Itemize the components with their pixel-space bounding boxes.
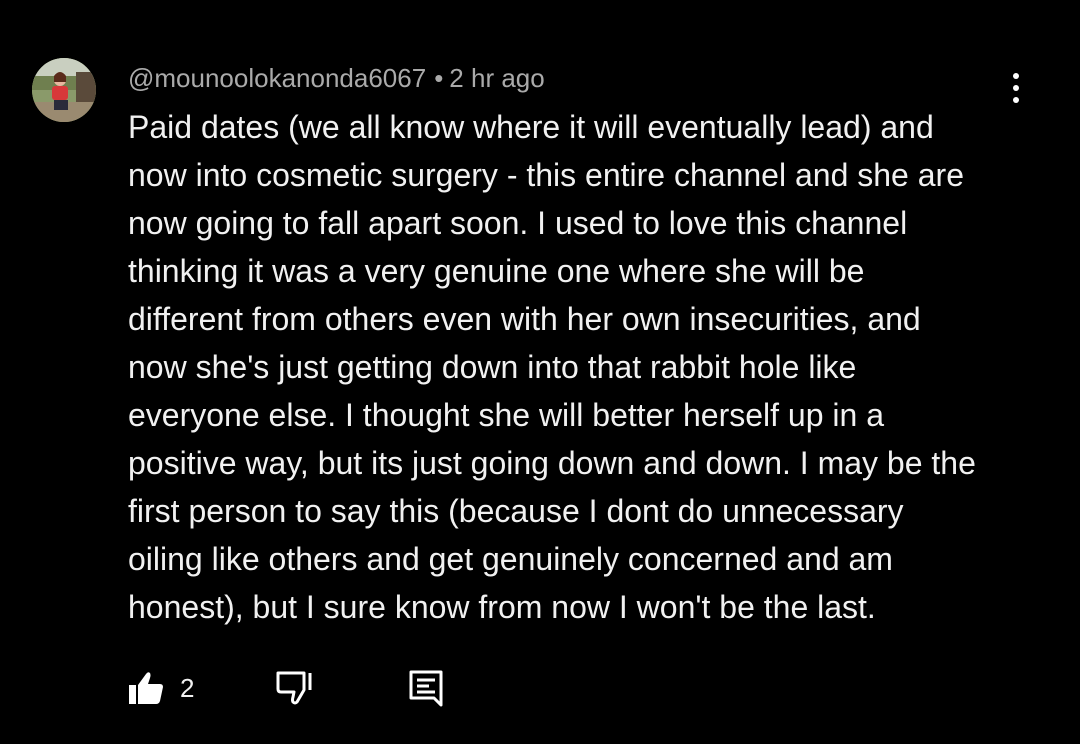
- reply-comment-icon: [409, 670, 443, 707]
- comment-text: Paid dates (we all know where it will ev…: [128, 103, 1028, 631]
- like-button[interactable]: 2: [126, 666, 194, 710]
- author-name[interactable]: @mounoolokanonda6067: [128, 63, 426, 93]
- dislike-button[interactable]: [274, 666, 314, 710]
- comment-text-line: first person to say this (because I dont…: [128, 493, 904, 529]
- avatar-image: [32, 58, 96, 122]
- comment-text-line: now she's just getting down into that ra…: [128, 349, 857, 385]
- comment-text-line: Paid dates (we all know where it will ev…: [128, 109, 934, 145]
- thumbs-down-icon: [276, 671, 312, 705]
- comment-text-line: oiling like others and get genuinely con…: [128, 541, 893, 577]
- comment-text-line: now going to fall apart soon. I used to …: [128, 205, 908, 241]
- thumbs-up-icon: [129, 672, 163, 704]
- more-vertical-icon: [1013, 73, 1019, 79]
- comment-text-line: now into cosmetic surgery - this entire …: [128, 157, 964, 193]
- reply-button[interactable]: [406, 666, 446, 710]
- comment-text-line: different from others even with her own …: [128, 301, 921, 337]
- comment-text-line: positive way, but its just going down an…: [128, 445, 976, 481]
- comment-text-line: everyone else. I thought she will better…: [128, 397, 884, 433]
- comment-text-line: thinking it was a very genuine one where…: [128, 253, 865, 289]
- more-options-button[interactable]: [1000, 68, 1032, 108]
- comment-header: @mounoolokanonda6067 • 2 hr ago: [128, 62, 545, 94]
- comment-item: @mounoolokanonda6067 • 2 hr ago Paid dates…: [0, 0, 1080, 744]
- more-vertical-icon-dot: [1013, 85, 1019, 91]
- comment-text-line: honest), but I sure know from now I won'…: [128, 589, 876, 625]
- like-count: 2: [180, 672, 195, 703]
- avatar[interactable]: [32, 58, 96, 122]
- meta-separator: •: [434, 63, 444, 93]
- comment-actions: 2: [0, 660, 1080, 716]
- comment-timestamp[interactable]: 2 hr ago: [449, 63, 544, 93]
